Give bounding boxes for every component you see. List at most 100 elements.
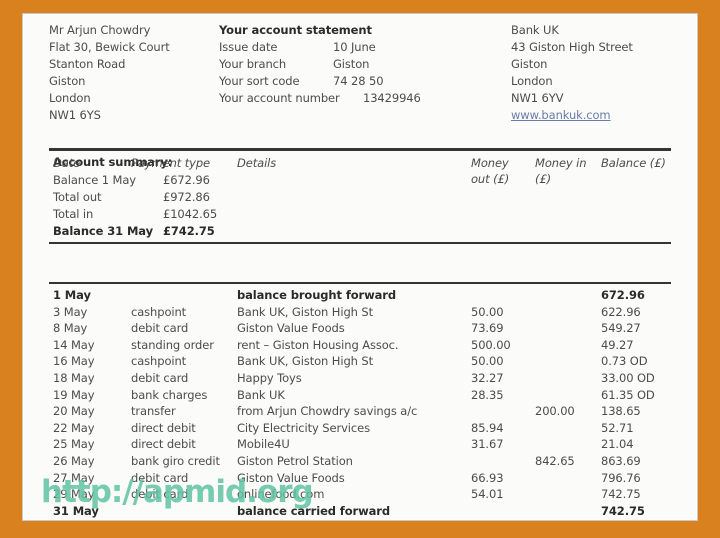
cell-type: standing order: [131, 337, 214, 352]
cell-details: Happy Toys: [237, 371, 302, 385]
statement-page: Mr Arjun Chowdry Flat 30, Bewick Court S…: [22, 13, 698, 521]
cell-type: cashpoint: [131, 304, 187, 319]
cell-balance: 138.65: [601, 404, 641, 419]
cell-type: debit card: [131, 371, 189, 385]
summary-value: £742.75: [163, 224, 215, 238]
summary-label: Balance 31 May: [53, 224, 153, 238]
col-header-money-in: Money in: [535, 156, 587, 170]
account-number-value: 13429946: [363, 91, 421, 105]
statement-sheet: Mr Arjun Chowdry Flat 30, Bewick Court S…: [23, 14, 697, 520]
cell-balance: 49.27: [601, 337, 634, 352]
col-header-money-out-2: out (£): [471, 172, 510, 186]
cell-type: direct debit: [131, 437, 196, 452]
col-header-payment-type: Payment type: [131, 156, 211, 170]
cell-out: 54.01: [471, 487, 504, 502]
cell-details: Bank UK, Giston High St: [237, 304, 373, 319]
cell-in: 842.65: [535, 454, 575, 468]
cell-details: balance carried forward: [237, 503, 390, 518]
cell-balance: 33.00 OD: [601, 371, 655, 385]
cell-details: rent – Giston Housing Assoc.: [237, 337, 399, 352]
col-header-date: Date: [53, 156, 81, 170]
issue-date-value: 10 June: [333, 40, 376, 54]
cell-date: 1 May: [53, 288, 91, 302]
sort-code-label: Your sort code: [219, 74, 300, 88]
cell-details: Mobile4U: [237, 437, 290, 452]
customer-address-line: London: [49, 91, 91, 105]
cell-date: 29 May: [53, 487, 95, 502]
cell-date: 20 May: [53, 404, 95, 419]
cell-details: Giston Petrol Station: [237, 454, 353, 468]
customer-address-line: Mr Arjun Chowdry: [49, 23, 151, 37]
col-header-details: Details: [237, 156, 277, 170]
cell-details: Giston Value Foods: [237, 470, 345, 485]
summary-value: £972.86: [163, 190, 210, 204]
cell-out: 31.67: [471, 437, 504, 452]
bank-address-line: London: [511, 74, 553, 88]
cell-details: balance brought forward: [237, 288, 396, 302]
cell-date: 27 May: [53, 470, 95, 485]
table-header-rule: [49, 282, 671, 284]
customer-address-line: Giston: [49, 74, 86, 88]
cell-out: 73.69: [471, 321, 504, 336]
summary-label: Balance 1 May: [53, 173, 136, 187]
cell-details: from Arjun Chowdry savings a/c: [237, 404, 418, 419]
cell-balance: 796.76: [601, 470, 641, 485]
cell-out: 85.94: [471, 420, 504, 435]
cell-date: 22 May: [53, 420, 95, 435]
cell-date: 31 May: [53, 503, 99, 518]
cell-date: 14 May: [53, 337, 95, 352]
customer-address-line: Stanton Road: [49, 57, 126, 71]
cell-type: debit card: [131, 470, 189, 485]
cell-details: onlinefood.com: [237, 487, 325, 502]
summary-value: £672.96: [163, 173, 210, 187]
bank-address-line: NW1 6YV: [511, 91, 564, 105]
cell-date: 18 May: [53, 371, 95, 385]
sort-code-value: 74 28 50: [333, 74, 384, 88]
summary-bottom-rule: [49, 242, 671, 244]
cell-details: Bank UK: [237, 387, 285, 402]
summary-label: Total out: [53, 190, 102, 204]
customer-address-line: Flat 30, Bewick Court: [49, 40, 170, 54]
bank-website-link[interactable]: www.bankuk.com: [511, 109, 611, 122]
cell-details: Bank UK, Giston High St: [237, 354, 373, 369]
cell-type: cashpoint: [131, 354, 187, 369]
cell-balance: 742.75: [601, 487, 641, 502]
col-header-money-out: Money: [471, 156, 509, 170]
cell-details: City Electricity Services: [237, 420, 370, 435]
cell-balance: 742.75: [601, 503, 645, 518]
cell-balance: 672.96: [601, 288, 645, 302]
cell-balance: 61.35 OD: [601, 387, 655, 402]
cell-balance: 0.73 OD: [601, 354, 648, 369]
cell-out: 500.00: [471, 337, 511, 352]
cell-out: 50.00: [471, 354, 504, 369]
branch-label: Your branch: [219, 57, 287, 71]
bank-address-line: 43 Giston High Street: [511, 40, 633, 54]
cell-balance: 549.27: [601, 321, 641, 336]
bank-address-line: Bank UK: [511, 23, 559, 37]
summary-top-rule: [49, 148, 671, 151]
cell-balance: 21.04: [601, 437, 634, 452]
cell-date: 25 May: [53, 437, 95, 452]
cell-details: Giston Value Foods: [237, 321, 345, 336]
account-number-label: Your account number: [219, 91, 340, 105]
cell-date: 8 May: [53, 321, 88, 336]
bank-address-line: Giston: [511, 57, 548, 71]
cell-in: 200.00: [535, 404, 575, 419]
cell-type: bank charges: [131, 387, 208, 402]
cell-date: 26 May: [53, 454, 95, 468]
cell-type: bank giro credit: [131, 454, 220, 468]
cell-type: direct debit: [131, 420, 196, 435]
col-header-money-in-2: (£): [535, 172, 551, 186]
summary-value: £1042.65: [163, 207, 218, 221]
cell-date: 16 May: [53, 354, 95, 369]
cell-date: 3 May: [53, 304, 88, 319]
cell-type: transfer: [131, 404, 176, 419]
cell-balance: 52.71: [601, 420, 634, 435]
cell-type: debit card: [131, 487, 189, 502]
cell-balance: 622.96: [601, 304, 641, 319]
cell-type: debit card: [131, 321, 189, 336]
cell-out: 32.27: [471, 371, 504, 385]
cell-out: 50.00: [471, 304, 504, 319]
issue-date-label: Issue date: [219, 40, 278, 54]
summary-label: Total in: [53, 207, 94, 221]
